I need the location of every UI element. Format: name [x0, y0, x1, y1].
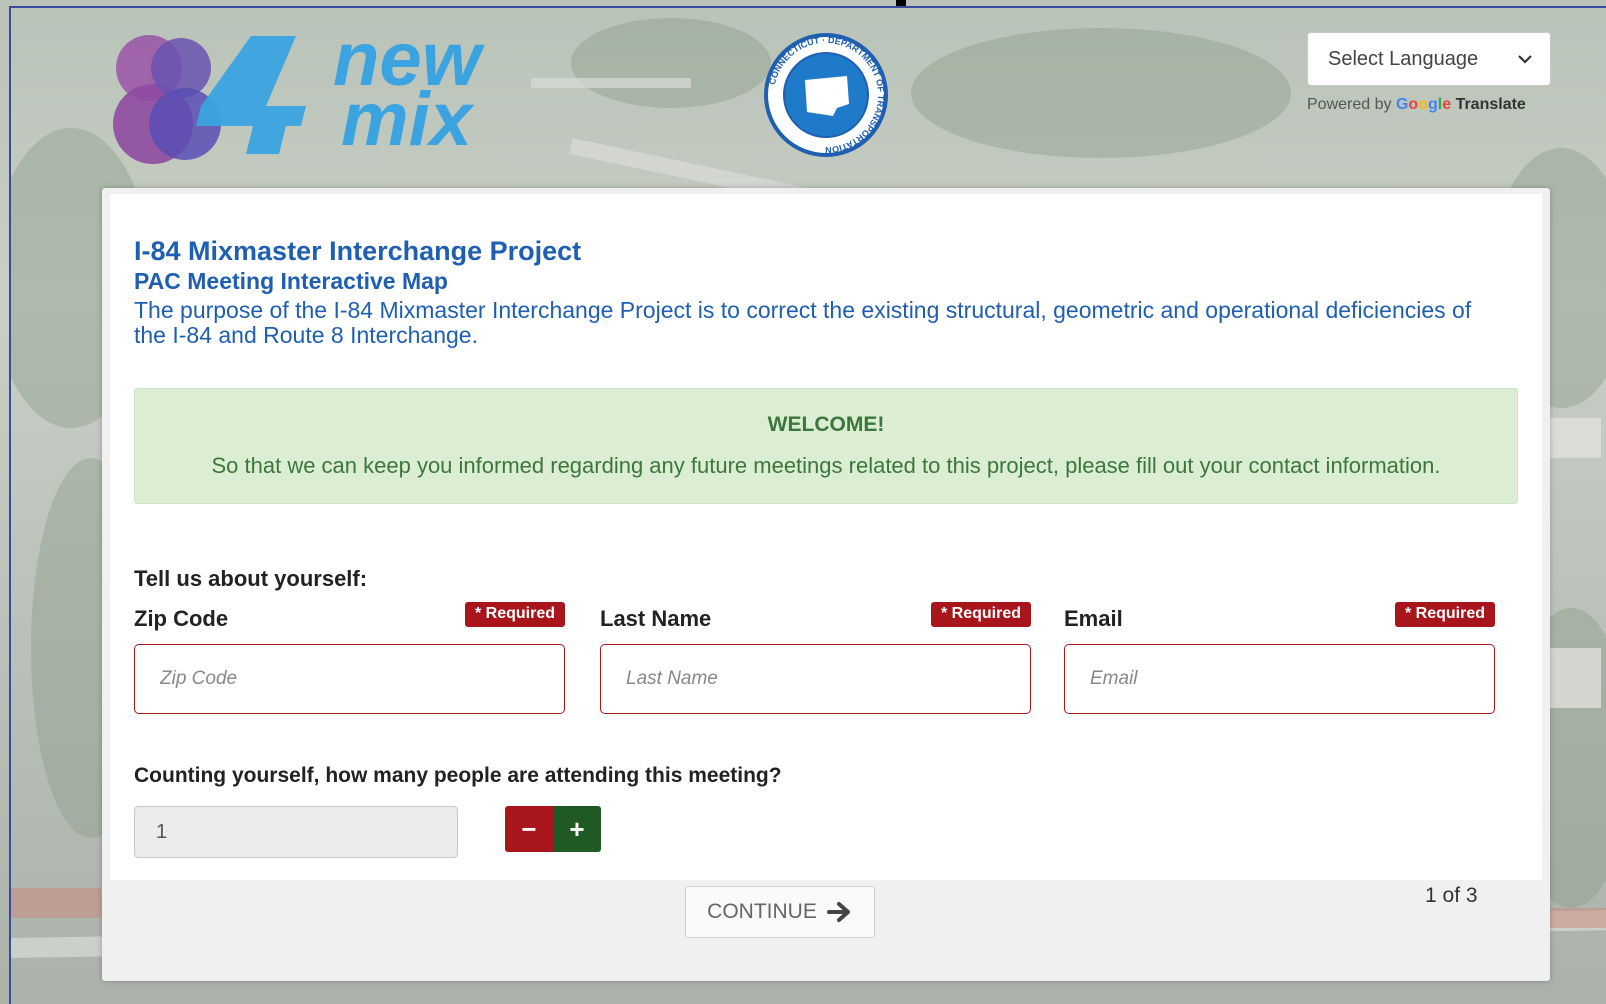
email-input[interactable] — [1064, 644, 1495, 714]
translate-link[interactable]: Translate — [1456, 96, 1526, 113]
logo-mix: mix — [341, 77, 472, 162]
required-badge: * Required — [930, 602, 1031, 627]
welcome-text: So that we can keep you informed regardi… — [211, 453, 1441, 478]
chevron-down-icon — [1518, 55, 1532, 64]
attendance-count-input[interactable]: 1 — [134, 806, 458, 858]
google-logo-text[interactable]: Google — [1396, 96, 1456, 113]
project-title: I-84 Mixmaster Interchange Project — [134, 236, 582, 266]
email-label: Email — [1064, 606, 1123, 631]
welcome-heading: WELCOME! — [767, 413, 885, 436]
project-description: The purpose of the I-84 Mixmaster Interc… — [134, 297, 1472, 348]
section-label: Tell us about yourself: — [134, 566, 368, 591]
welcome-alert: WELCOME! So that we can keep you informe… — [134, 388, 1518, 504]
language-select-label: Select Language — [1328, 47, 1479, 70]
page-frame: new mix CONNECTICUT · DEPARTMENT OF TRAN… — [9, 6, 1606, 1004]
project-subtitle: PAC Meeting Interactive Map — [134, 268, 448, 294]
zip-code-label: Zip Code — [134, 606, 229, 631]
required-badge: * Required — [1394, 602, 1495, 627]
84-new-mix-logo: new mix — [101, 22, 541, 166]
continue-button[interactable]: CONTINUE — [685, 886, 875, 938]
ctdot-seal-logo: CONNECTICUT · DEPARTMENT OF TRANSPORTATI… — [763, 32, 889, 158]
continue-label: CONTINUE — [707, 900, 817, 923]
form-card: I-84 Mixmaster Interchange Project PAC M… — [102, 188, 1550, 981]
language-select[interactable]: Select Language — [1307, 32, 1551, 86]
last-name-input[interactable] — [600, 644, 1031, 714]
last-name-label: Last Name — [600, 606, 712, 631]
page-indicator: 1 of 3 — [1425, 884, 1478, 907]
powered-by-text: Powered by — [1307, 96, 1392, 113]
zip-code-input[interactable] — [134, 644, 565, 714]
attendance-question: Counting yourself, how many people are a… — [134, 764, 782, 787]
decrement-button[interactable]: − — [505, 806, 553, 852]
required-badge: * Required — [464, 602, 565, 627]
card-body: I-84 Mixmaster Interchange Project PAC M… — [110, 194, 1542, 880]
powered-by-google-translate: Powered by Google Translate — [1307, 96, 1526, 114]
arrow-right-icon — [826, 902, 850, 922]
increment-button[interactable]: + — [553, 806, 601, 852]
